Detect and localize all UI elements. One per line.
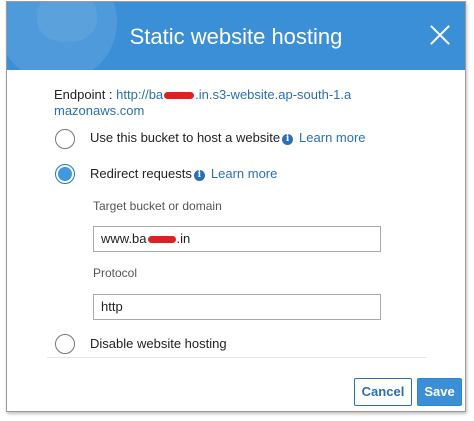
option-disable-hosting: Disable website hosting: [90, 336, 227, 351]
radio-host-website[interactable]: [55, 129, 75, 149]
info-icon[interactable]: i: [282, 134, 294, 145]
target-value-prefix: www.ba: [101, 231, 147, 246]
redaction-mark: [147, 236, 176, 244]
protocol-label: Protocol: [93, 266, 138, 280]
radio-disable-hosting[interactable]: [55, 334, 75, 354]
footer-divider: [47, 357, 427, 358]
option-host-website-label: Use this bucket to host a website: [90, 130, 281, 145]
endpoint-info: Endpoint : http://ba .in.s3-website.ap-so…: [54, 87, 354, 119]
option-redirect-label: Redirect requests: [90, 166, 192, 181]
target-value-suffix: .in: [176, 231, 191, 246]
radio-redirect-requests[interactable]: [55, 164, 75, 184]
cancel-button[interactable]: Cancel: [354, 378, 412, 406]
static-website-hosting-dialog: Static website hosting Endpoint : http:/…: [6, 1, 466, 412]
learn-more-link-redirect[interactable]: Learn more: [211, 166, 277, 181]
protocol-input[interactable]: http: [93, 294, 381, 320]
target-bucket-input[interactable]: www.ba .in: [93, 226, 381, 252]
dialog-title: Static website hosting: [129, 24, 343, 49]
option-redirect-requests: Redirect requests i Learn more: [90, 166, 277, 181]
endpoint-url-prefix: http://ba: [116, 87, 164, 102]
info-icon[interactable]: i: [193, 170, 205, 181]
protocol-value: http: [101, 299, 123, 314]
redaction-mark: [164, 92, 195, 100]
save-button[interactable]: Save: [417, 378, 462, 406]
option-disable-label: Disable website hosting: [90, 336, 227, 351]
option-host-website: Use this bucket to host a website i Learn …: [90, 130, 366, 145]
target-bucket-label: Target bucket or domain: [93, 199, 222, 213]
endpoint-label: Endpoint :: [54, 87, 113, 102]
dialog-header: Static website hosting: [7, 2, 465, 70]
learn-more-link-host[interactable]: Learn more: [299, 130, 365, 145]
close-icon[interactable]: [427, 22, 453, 48]
